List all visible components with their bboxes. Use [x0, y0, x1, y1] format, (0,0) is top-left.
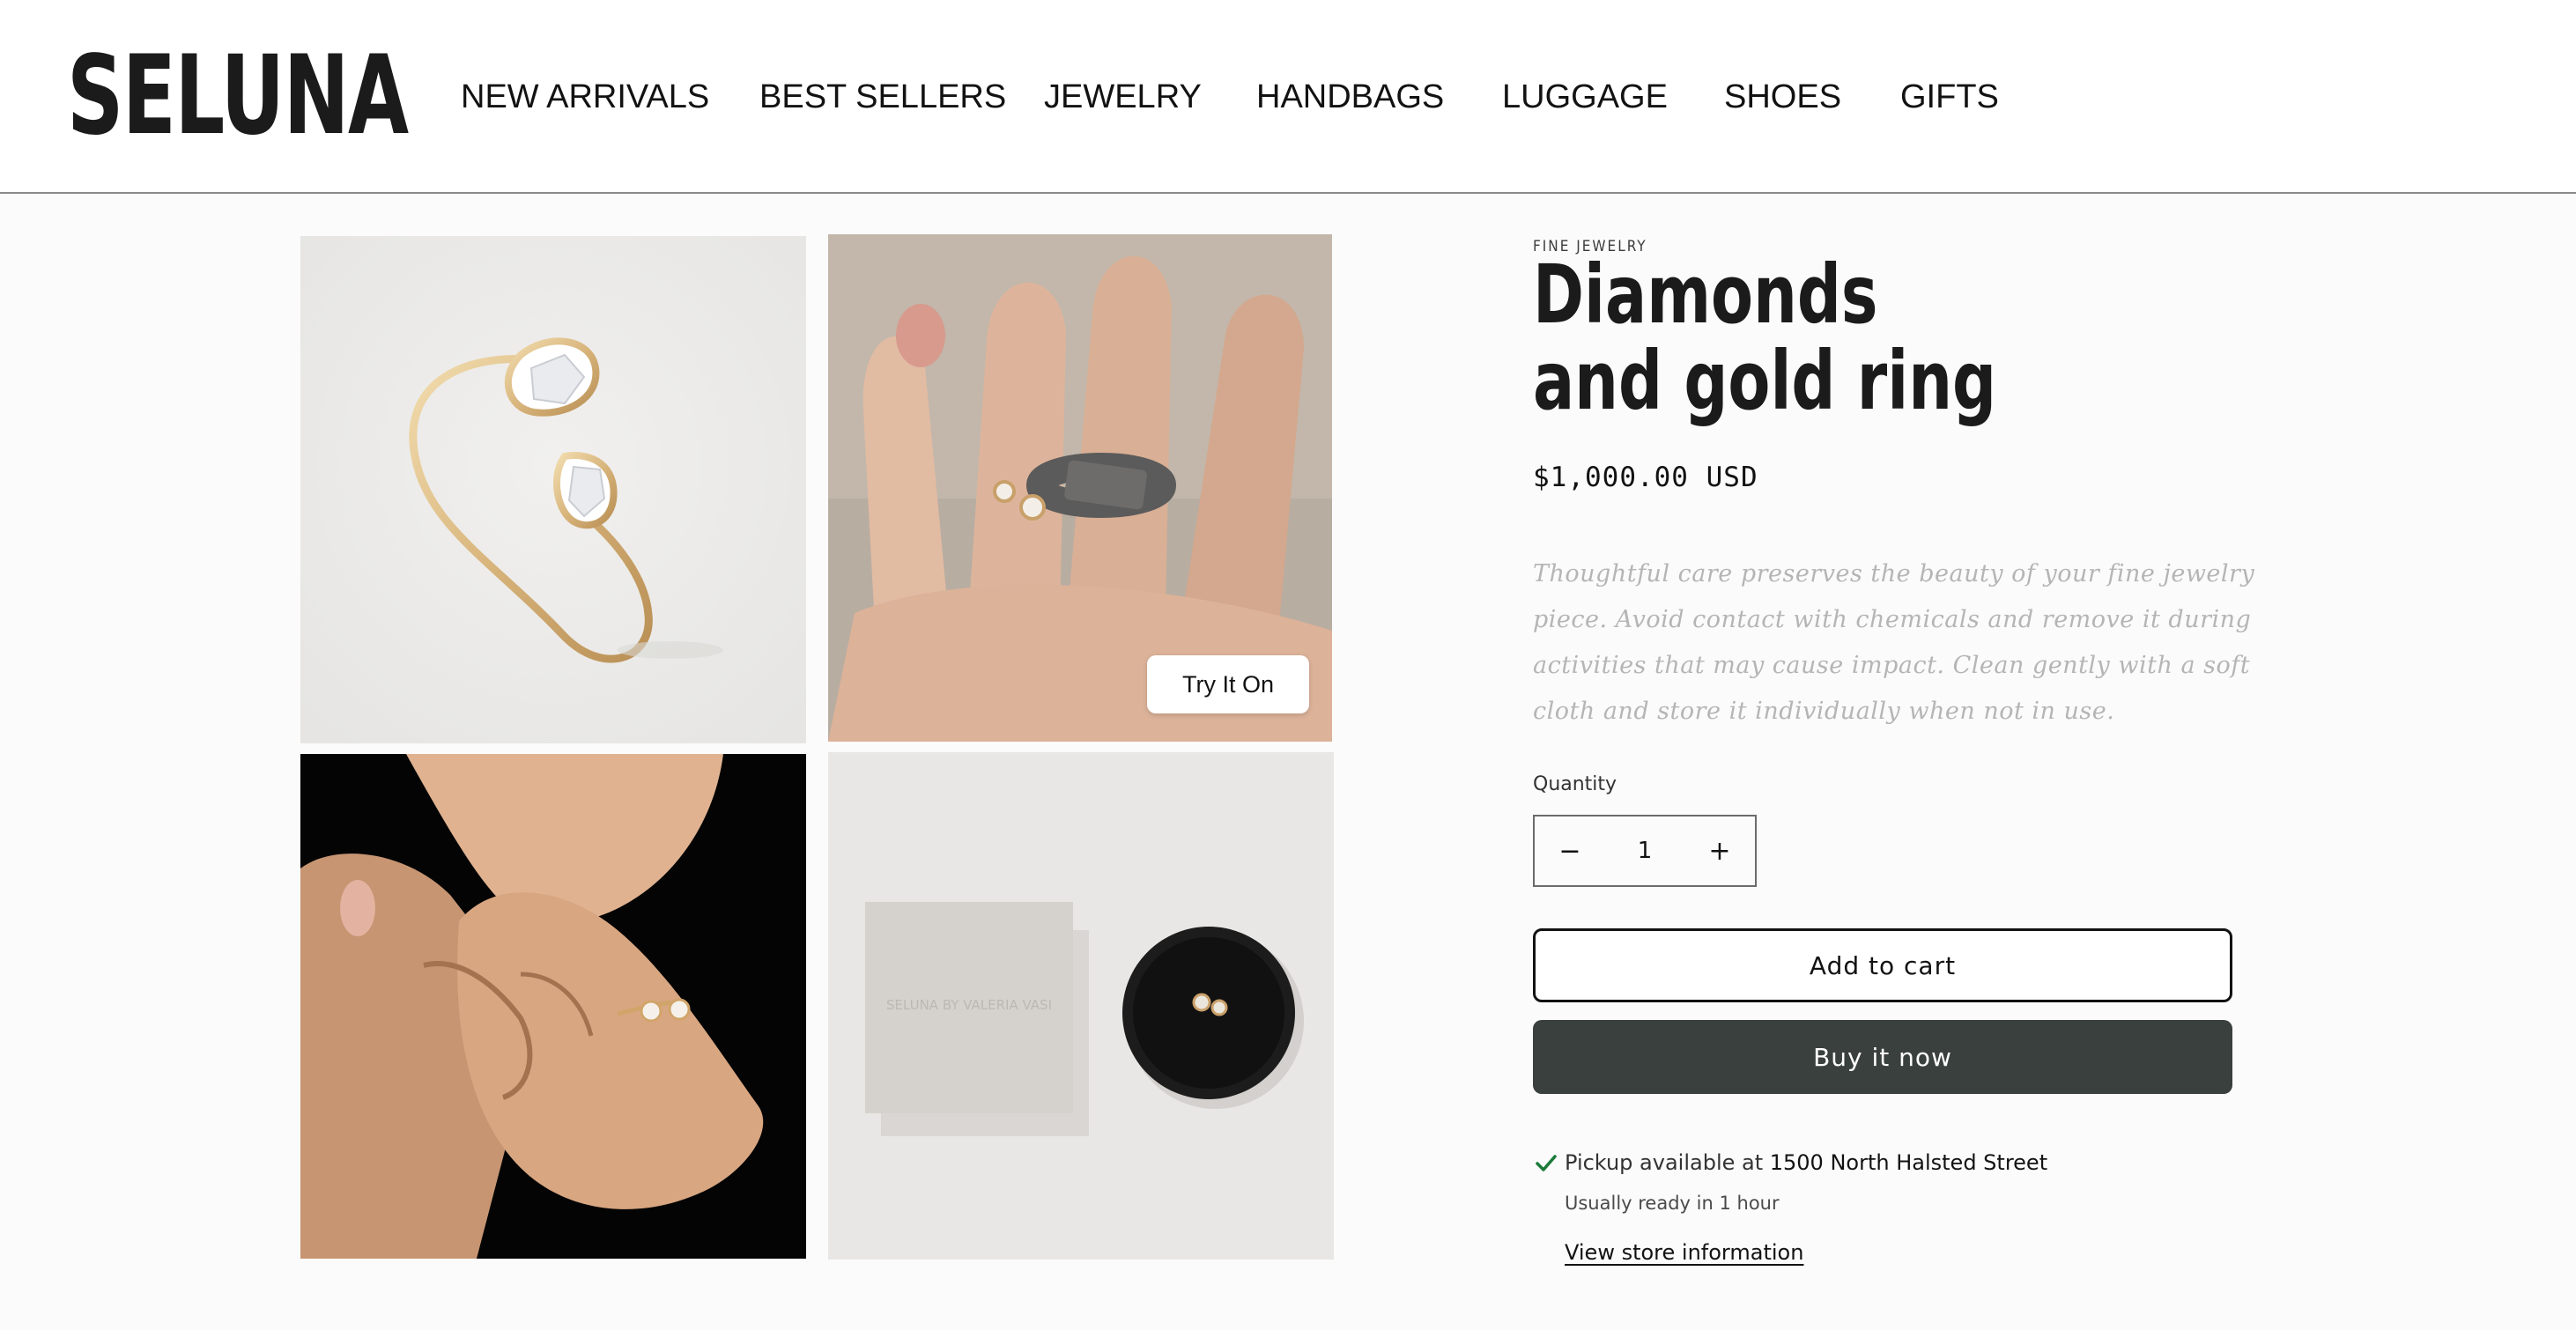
nav-item-shoes[interactable]: SHOES — [1724, 70, 1841, 123]
product-description: Thoughtful care preserves the beauty of … — [1533, 560, 2255, 725]
view-store-information-link[interactable]: View store information — [1565, 1240, 1803, 1265]
nav-item-gifts[interactable]: GIFTS — [1900, 70, 1999, 123]
quantity-label: Quantity — [1533, 773, 1617, 795]
product-image-ring[interactable] — [300, 236, 806, 743]
quantity-input[interactable] — [1605, 816, 1684, 885]
nav-item-new-arrivals[interactable]: NEW ARRIVALS — [461, 70, 709, 123]
buy-it-now-button[interactable]: Buy it now — [1533, 1020, 2232, 1094]
pickup-prefix: Pickup available at — [1565, 1150, 1770, 1175]
quantity-stepper: − + — [1533, 815, 1757, 887]
quantity-decrement-button[interactable]: − — [1535, 816, 1605, 885]
brand-logo[interactable]: SELUNA — [67, 39, 409, 153]
product-title: Diamonds and gold ring — [1533, 248, 1997, 428]
nav-item-jewelry[interactable]: JEWELRY — [1044, 70, 1202, 123]
pickup-ready-time: Usually ready in 1 hour — [1565, 1193, 1780, 1214]
nav-item-best-sellers[interactable]: BEST SELLERS — [759, 70, 1006, 123]
box-lettering: SELUNA BY VALERIA VASI — [886, 997, 1052, 1013]
pickup-location: 1500 North Halsted Street — [1769, 1150, 2048, 1175]
product-image-packaging[interactable]: SELUNA BY VALERIA VASI — [828, 752, 1334, 1260]
product-image-hands[interactable] — [300, 754, 806, 1259]
quantity-increment-button[interactable]: + — [1684, 816, 1755, 885]
add-to-cart-button[interactable]: Add to cart — [1533, 928, 2232, 1002]
checkmark-icon — [1536, 1155, 1557, 1171]
try-it-on-button[interactable]: Try It On — [1147, 655, 1309, 713]
nav-item-handbags[interactable]: HANDBAGS — [1256, 70, 1444, 123]
product-price: $1,000.00 USD — [1533, 462, 1758, 493]
pickup-availability: Pickup available at 1500 North Halsted S… — [1565, 1150, 2047, 1175]
nav-item-luggage[interactable]: LUGGAGE — [1502, 70, 1668, 123]
site-header: SELUNA NEW ARRIVALS BEST SELLERS JEWELRY… — [0, 0, 2576, 194]
